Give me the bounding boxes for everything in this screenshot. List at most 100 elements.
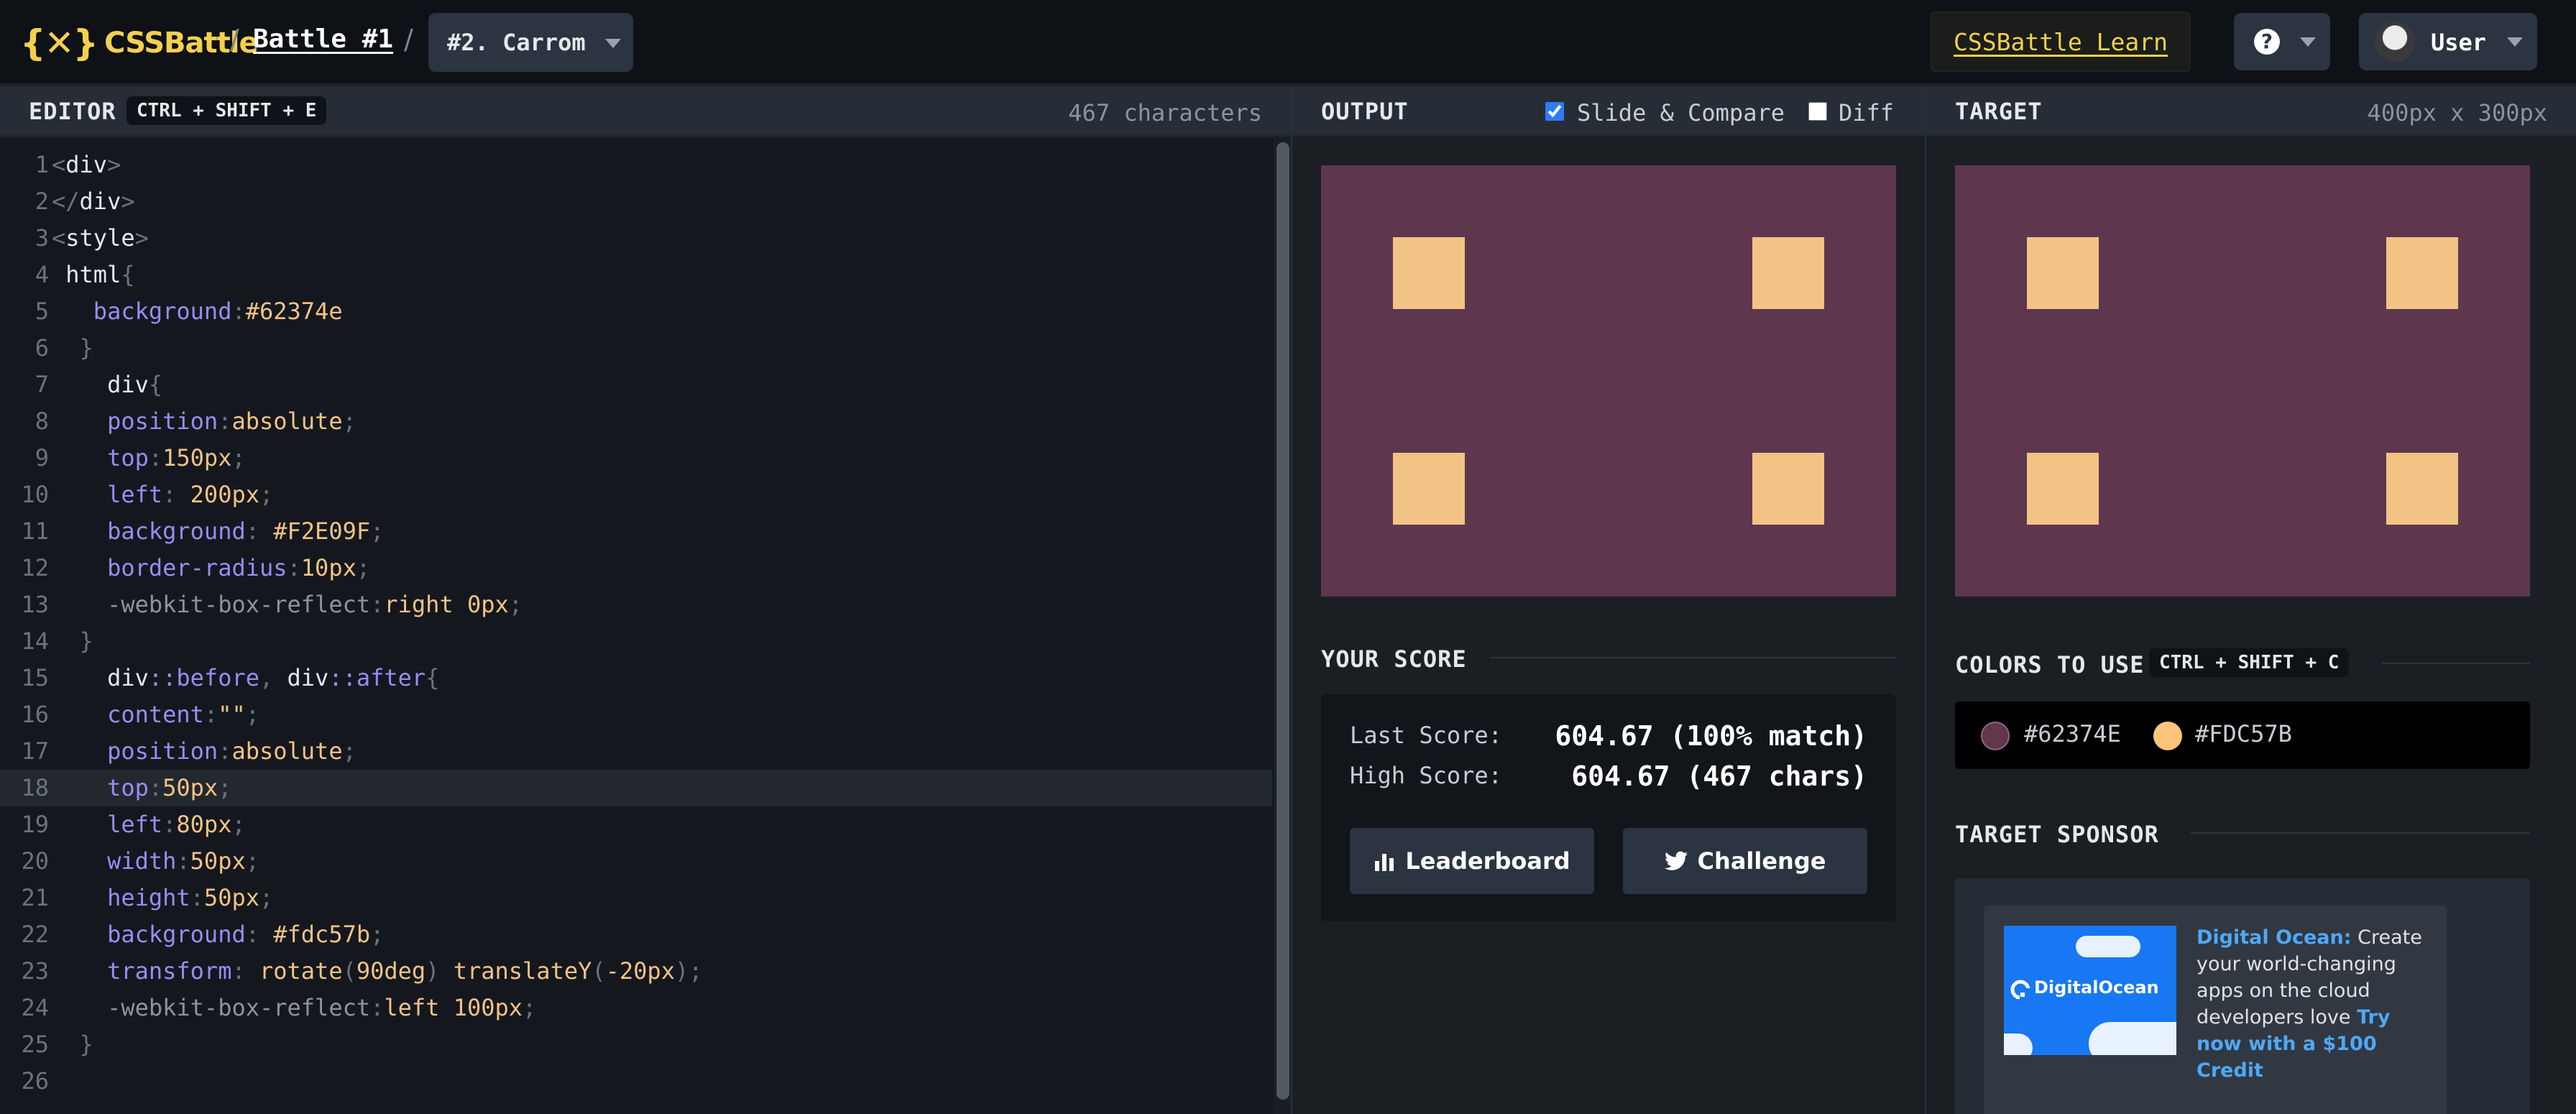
code-line[interactable]: 7 div{ [0, 367, 1272, 403]
cssbattle-learn-link[interactable]: CSSBattle Learn [1931, 11, 2191, 72]
cssbattle-logo[interactable]: {✕} CSSBattle [20, 22, 259, 65]
code-text[interactable]: left:80px; [52, 806, 246, 843]
divider-line [2191, 832, 2530, 834]
code-line[interactable]: 10 left: 200px; [0, 477, 1272, 513]
code-line[interactable]: 17 position:absolute; [0, 733, 1272, 770]
battle-link[interactable]: Battle #1 [253, 24, 393, 54]
code-text[interactable]: top:50px; [52, 770, 231, 806]
code-line[interactable]: 26 [0, 1063, 1272, 1100]
code-line[interactable]: 4 html{ [0, 257, 1272, 293]
output-square [1393, 453, 1465, 525]
line-number: 5 [34, 298, 49, 325]
color-hex[interactable]: #62374E [2024, 720, 2121, 747]
sponsor-panel: DigitalOcean Digital Ocean: Create your … [1955, 878, 2530, 1114]
logo-mark-icon: {✕} [20, 22, 98, 64]
code-line[interactable]: 23 transform: rotate(90deg) translateY(-… [0, 953, 1272, 990]
target-select[interactable]: #2. Carrom [428, 13, 633, 72]
target-square [2027, 237, 2099, 309]
target-dimensions: 400px x 300px [2367, 99, 2547, 126]
leaderboard-button[interactable]: Leaderboard [1350, 828, 1594, 894]
editor-scrollbar-thumb[interactable] [1276, 142, 1289, 1100]
user-name: User [2431, 29, 2487, 56]
code-line[interactable]: 5 background:#62374e [0, 293, 1272, 330]
code-line[interactable]: 24 -webkit-box-reflect:left 100px; [0, 990, 1272, 1026]
code-text[interactable]: } [52, 623, 93, 660]
code-text[interactable]: div::before, div::after{ [52, 660, 439, 696]
code-text[interactable]: left: 200px; [52, 477, 273, 513]
diff-checkbox[interactable] [1808, 102, 1827, 121]
code-text[interactable]: position:absolute; [52, 403, 356, 440]
code-text[interactable]: html{ [52, 257, 134, 293]
color-hex[interactable]: #FDC57B [2195, 720, 2292, 747]
line-number: 9 [34, 444, 49, 471]
help-icon: ? [2254, 29, 2280, 55]
code-line[interactable]: 22 background: #fdc57b; [0, 916, 1272, 953]
code-text[interactable]: <style> [52, 220, 149, 257]
target-sponsor-title: TARGET SPONSOR [1955, 821, 2159, 848]
line-number: 15 [21, 664, 49, 691]
color-swatch[interactable] [1981, 722, 2010, 750]
line-number: 26 [21, 1067, 49, 1095]
code-line[interactable]: 20 width:50px; [0, 843, 1272, 880]
help-button[interactable]: ? [2234, 13, 2330, 70]
code-line[interactable]: 19 left:80px; [0, 806, 1272, 843]
sponsor-ad[interactable]: DigitalOcean Digital Ocean: Create your … [1984, 906, 2447, 1114]
line-number: 13 [21, 591, 49, 618]
code-text[interactable]: -webkit-box-reflect:right 0px; [52, 586, 523, 623]
code-text[interactable]: background: #fdc57b; [52, 916, 384, 953]
editor-title: EDITOR [29, 98, 116, 125]
colors-shortcut: CTRL + SHIFT + C [2149, 648, 2350, 677]
code-line[interactable]: 25 } [0, 1026, 1272, 1063]
code-line[interactable]: 1 <div> [0, 147, 1272, 183]
code-text[interactable]: <div> [52, 147, 121, 183]
output-canvas[interactable] [1321, 165, 1896, 597]
code-line[interactable]: 8 position:absolute; [0, 403, 1272, 440]
code-line[interactable]: 13 -webkit-box-reflect:right 0px; [0, 586, 1272, 623]
code-line[interactable]: 15 div::before, div::after{ [0, 660, 1272, 696]
slide-compare-label[interactable]: Slide & Compare [1577, 99, 1785, 126]
code-text[interactable]: transform: rotate(90deg) translateY(-20p… [52, 953, 702, 990]
breadcrumb-separator: / [230, 24, 239, 55]
code-line[interactable]: 11 background: #F2E09F; [0, 513, 1272, 550]
code-text[interactable]: top:150px; [52, 440, 246, 477]
code-line[interactable]: 21 height:50px; [0, 880, 1272, 916]
diff-label[interactable]: Diff [1839, 99, 1894, 126]
code-text[interactable]: background: #F2E09F; [52, 513, 384, 550]
code-text[interactable]: height:50px; [52, 880, 273, 916]
editor-scrollbar[interactable] [1274, 138, 1291, 1114]
code-text[interactable]: content:""; [52, 696, 259, 733]
code-text[interactable]: width:50px; [52, 843, 259, 880]
code-line[interactable]: 12 border-radius:10px; [0, 550, 1272, 586]
code-text[interactable]: -webkit-box-reflect:left 100px; [52, 990, 536, 1026]
code-text[interactable]: } [52, 1026, 93, 1063]
code-line[interactable]: 6 } [0, 330, 1272, 367]
code-line[interactable]: 2 </div> [0, 183, 1272, 220]
line-number: 24 [21, 994, 49, 1021]
output-square [1393, 237, 1465, 309]
code-line[interactable]: 16 content:""; [0, 696, 1272, 733]
target-header: TARGET 400px x 300px [1926, 86, 2576, 137]
user-menu-button[interactable]: User [2359, 13, 2537, 70]
your-score-title: YOUR SCORE [1321, 645, 1467, 673]
output-header: OUTPUT Slide & Compare Diff [1292, 86, 1925, 137]
code-line[interactable]: 3 <style> [0, 220, 1272, 257]
character-count: 467 characters [1068, 99, 1262, 126]
challenge-button[interactable]: Challenge [1623, 828, 1867, 894]
code-text[interactable]: position:absolute; [52, 733, 356, 770]
code-text[interactable]: </div> [52, 183, 135, 220]
code-text[interactable]: background:#62374e [52, 293, 343, 330]
line-number: 20 [21, 847, 49, 875]
code-line[interactable]: 14 } [0, 623, 1272, 660]
code-editor[interactable]: 26 25 } 24 -webkit-box-reflect:left 100px;… [0, 138, 1291, 1114]
code-line[interactable]: 9 top:150px; [0, 440, 1272, 477]
target-square [2386, 453, 2458, 525]
code-text[interactable]: border-radius:10px; [52, 550, 370, 586]
line-number: 4 [34, 261, 49, 288]
code-text[interactable]: div{ [52, 367, 162, 403]
code-text[interactable]: } [52, 330, 93, 367]
code-line[interactable]: 18 top:50px; [0, 770, 1272, 806]
slide-compare-checkbox[interactable] [1545, 102, 1564, 121]
color-swatch[interactable] [2153, 722, 2182, 750]
output-square [1752, 237, 1824, 309]
cloud-icon [2076, 936, 2140, 957]
